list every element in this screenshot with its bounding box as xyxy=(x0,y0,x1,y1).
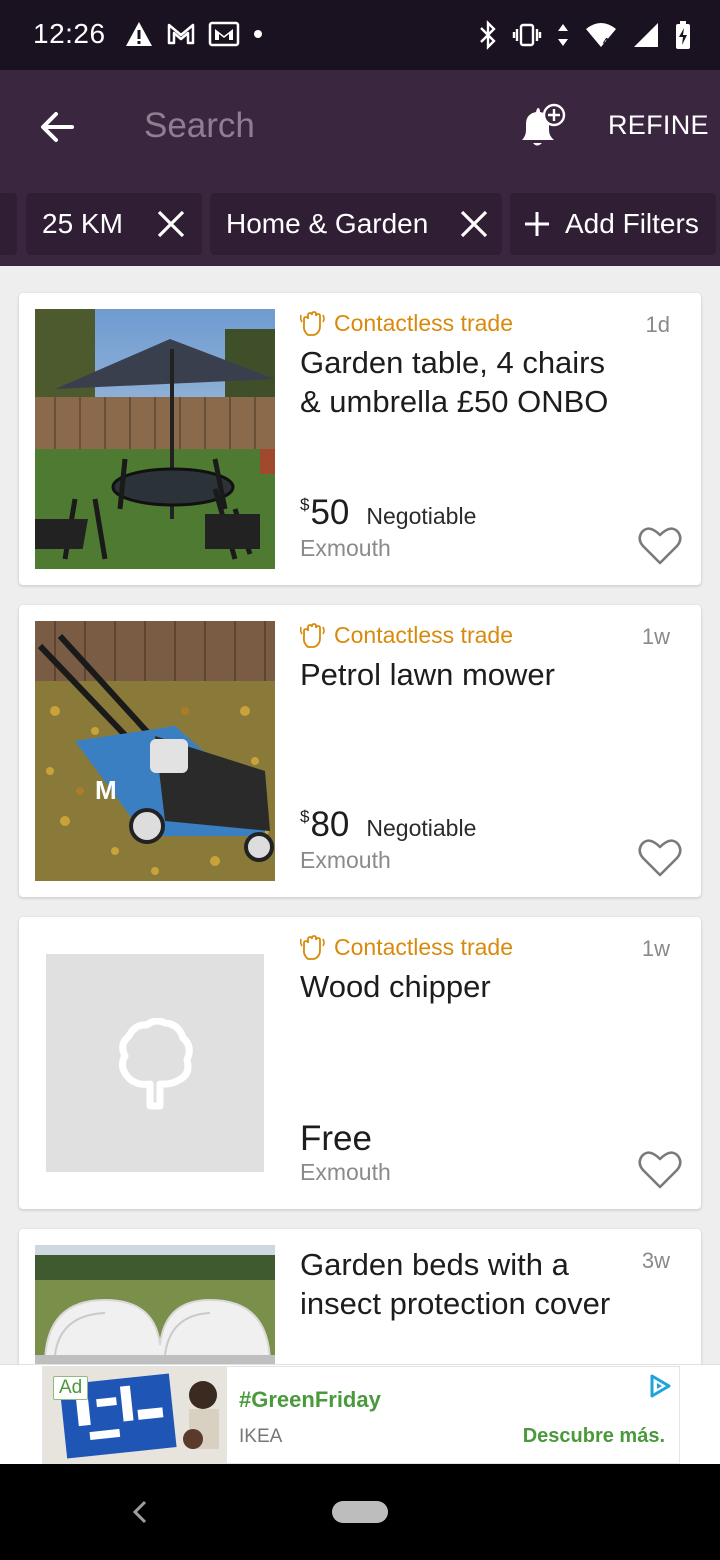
app-bar: Search REFINE xyxy=(0,70,720,184)
back-arrow-icon[interactable] xyxy=(36,106,78,148)
wifi-icon: 4 xyxy=(586,23,616,48)
filter-chip-distance[interactable]: 25 KM xyxy=(26,193,202,255)
hand-wave-icon xyxy=(300,622,325,648)
listing-photo xyxy=(35,1245,275,1364)
listing-location: Exmouth xyxy=(300,535,391,561)
listing-card[interactable]: Contactless trade 1w Wood chipper Free E… xyxy=(19,917,701,1209)
nav-back-icon[interactable] xyxy=(128,1496,150,1528)
status-time: 12:26 xyxy=(33,18,106,49)
add-filters-button[interactable]: Add Filters xyxy=(510,193,716,255)
vibrate-icon xyxy=(512,23,542,47)
svg-text:4: 4 xyxy=(603,37,609,48)
listing-age: 1w xyxy=(641,624,670,649)
chip-label: Home & Garden xyxy=(226,208,429,239)
filter-bar: 25 KM Home & Garden Add Filters xyxy=(0,184,720,266)
warning-icon xyxy=(126,22,152,46)
listing-list[interactable]: Contactless trade 1d Garden table, 4 cha… xyxy=(0,266,720,1364)
negotiable-label: Negotiable xyxy=(366,503,477,529)
ad-advertiser: IKEA xyxy=(239,1426,283,1447)
price-currency: $ xyxy=(300,807,310,826)
listing-price: $ 80 Negotiable xyxy=(300,805,476,845)
listing-age: 1w xyxy=(641,936,670,961)
status-system-icons: 4 xyxy=(478,20,692,50)
ad-unit[interactable]: Ad #GreenFriday IKEA Descubre más. xyxy=(42,1366,680,1464)
contactless-label: Contactless trade xyxy=(334,310,513,336)
close-icon[interactable] xyxy=(459,209,489,239)
listing-card[interactable]: M Contactless trade 1w Petrol lawn mower… xyxy=(19,605,701,897)
price-value: 50 xyxy=(310,493,350,532)
mail-icon xyxy=(208,21,240,47)
tree-placeholder-icon xyxy=(118,1018,193,1110)
listing-photo xyxy=(35,309,275,569)
bell-add-icon[interactable] xyxy=(516,102,568,154)
listing-age: 3w xyxy=(641,1248,670,1273)
status-bar: 12:26 4 xyxy=(0,0,720,70)
data-transfer-icon xyxy=(558,24,568,46)
bluetooth-icon xyxy=(480,20,496,50)
gmail-icon xyxy=(167,23,195,45)
price-currency: $ xyxy=(300,495,310,514)
listing-card[interactable]: 3w Garden beds with a insect protection … xyxy=(19,1229,701,1364)
refine-button[interactable]: REFINE xyxy=(608,110,709,141)
listing-price: Free xyxy=(300,1119,372,1158)
negotiable-label: Negotiable xyxy=(366,815,477,841)
status-notification-icons xyxy=(124,20,264,48)
ad-badge: Ad xyxy=(53,1376,89,1400)
signal-icon xyxy=(634,23,658,47)
listing-price: $ 50 Negotiable xyxy=(300,493,476,533)
listing-location: Exmouth xyxy=(300,1159,391,1185)
heart-icon[interactable] xyxy=(637,524,683,566)
listing-photo: M xyxy=(35,621,275,881)
listing-title: Petrol lawn mower xyxy=(300,657,555,692)
contactless-label: Contactless trade xyxy=(334,934,513,960)
ad-headline: #GreenFriday xyxy=(239,1387,381,1412)
battery-charging-icon xyxy=(676,21,690,49)
listing-location: Exmouth xyxy=(300,847,391,873)
listing-title: Garden beds with a insect protection cov… xyxy=(300,1247,611,1321)
close-icon[interactable] xyxy=(156,209,186,239)
chip-label: 25 KM xyxy=(42,208,123,239)
ad-banner: Ad #GreenFriday IKEA Descubre más. xyxy=(0,1364,720,1464)
listing-title: Wood chipper xyxy=(300,969,491,1004)
hand-wave-icon xyxy=(300,934,325,960)
contactless-badge: Contactless trade xyxy=(300,934,513,961)
dot-icon xyxy=(254,30,262,38)
adchoices-icon[interactable] xyxy=(647,1373,673,1399)
nav-home-pill[interactable] xyxy=(332,1501,388,1523)
listing-photo-placeholder xyxy=(35,933,275,1193)
heart-icon[interactable] xyxy=(637,1148,683,1190)
listing-age: 1d xyxy=(645,312,670,337)
listing-card[interactable]: Contactless trade 1d Garden table, 4 cha… xyxy=(19,293,701,585)
heart-icon[interactable] xyxy=(637,836,683,878)
svg-text:M: M xyxy=(95,775,117,805)
contactless-badge: Contactless trade xyxy=(300,310,513,337)
listing-title: Garden table, 4 chairs & umbrella £50 ON… xyxy=(300,345,609,419)
filter-chip-hidden[interactable] xyxy=(0,193,17,255)
price-value: 80 xyxy=(310,805,350,844)
plus-icon xyxy=(525,212,549,236)
filter-chip-category[interactable]: Home & Garden xyxy=(210,193,502,255)
ad-cta-link[interactable]: Descubre más. xyxy=(523,1425,665,1448)
hand-wave-icon xyxy=(300,310,325,336)
search-input[interactable]: Search xyxy=(144,106,255,146)
contactless-badge: Contactless trade xyxy=(300,622,513,649)
chip-label: Add Filters xyxy=(565,208,699,239)
contactless-label: Contactless trade xyxy=(334,622,513,648)
